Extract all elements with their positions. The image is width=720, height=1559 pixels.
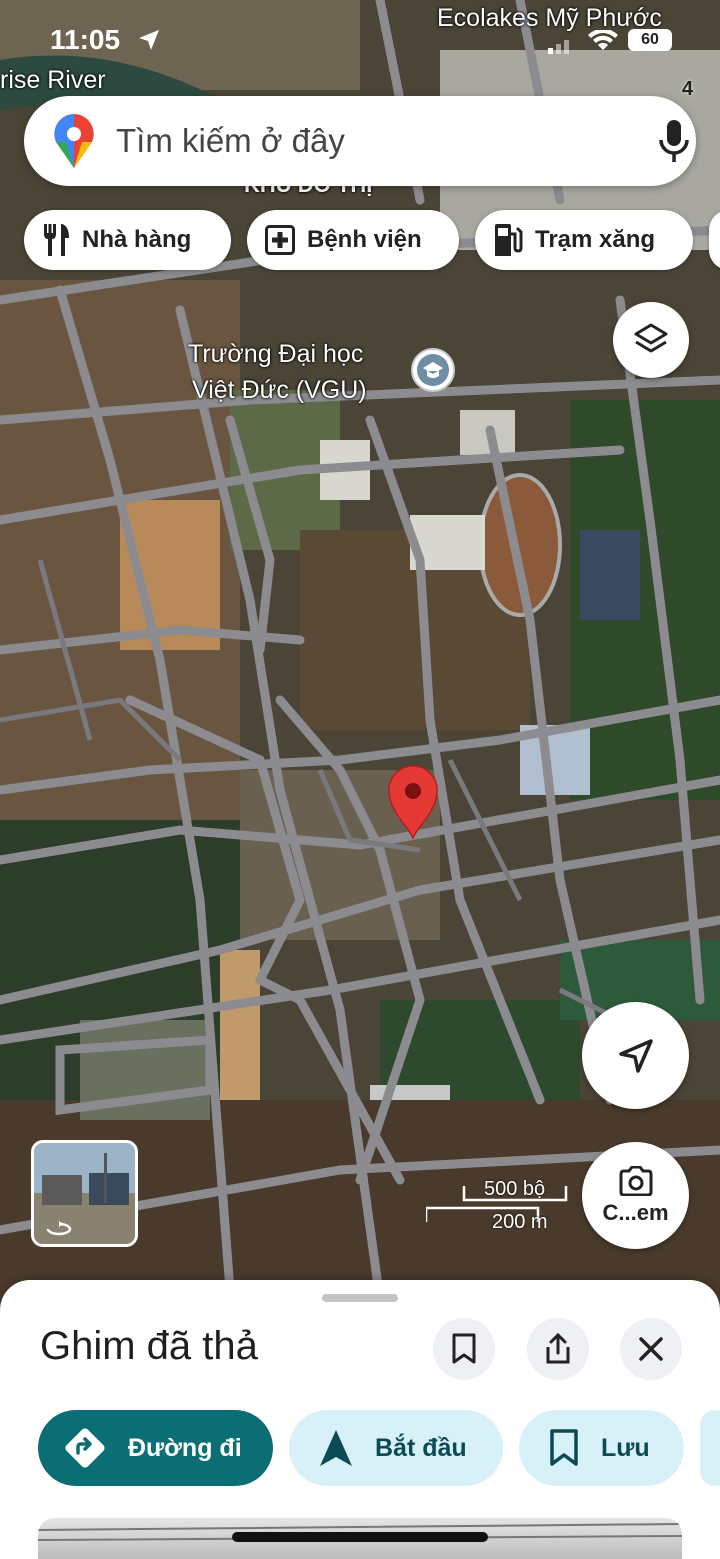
chip-restaurants[interactable]: Nhà hàng (24, 210, 231, 270)
microphone-icon[interactable] (658, 120, 690, 162)
map-scale: 500 bộ 200 m (426, 1178, 576, 1238)
search-bar[interactable]: Tìm kiếm ở đây (24, 96, 696, 186)
lens-button-label: C...em (602, 1199, 669, 1225)
chip-gas-stations[interactable]: Trạm xăng (475, 210, 693, 270)
layers-icon (634, 323, 668, 353)
navigation-outline-icon (618, 1038, 653, 1073)
chip-label-hospitals: Bệnh viện (307, 226, 422, 253)
university-label-line2[interactable]: Việt Đức (VGU) (192, 376, 367, 405)
bookmark-outline-icon (452, 1333, 476, 1364)
rotate-360-icon (46, 1221, 72, 1236)
start-navigation-button[interactable]: Bắt đầu (289, 1410, 503, 1486)
google-maps-logo-icon (54, 114, 94, 168)
save-icon-button[interactable] (433, 1318, 495, 1380)
satellite-map[interactable]: Ecolakes Mỹ Phước rise River KHU ĐÔ THỊ … (0, 0, 720, 1300)
save-button[interactable]: Lưu (519, 1410, 684, 1486)
scale-metric: 200 m (492, 1211, 548, 1233)
fork-knife-icon (42, 224, 70, 256)
share-button[interactable] (527, 1318, 589, 1380)
close-icon (639, 1337, 663, 1361)
home-indicator[interactable] (232, 1532, 488, 1542)
layers-button[interactable] (613, 302, 689, 378)
place-title: Ghim đã thả (40, 1324, 258, 1368)
share-icon (546, 1333, 570, 1364)
hospital-plus-icon (265, 225, 295, 255)
status-bar: 11:05 60 (0, 0, 720, 80)
chip-label-gas-stations: Trạm xăng (535, 226, 656, 253)
university-label-line1[interactable]: Trường Đại học (188, 340, 363, 369)
gas-pump-icon (493, 224, 523, 256)
navigation-arrow-icon (319, 1429, 353, 1467)
cellular-signal-icon (548, 40, 569, 54)
save-label: Lưu (601, 1433, 650, 1462)
road-number-label: 4 (682, 78, 694, 100)
wifi-icon (588, 30, 618, 50)
chip-label-restaurants: Nhà hàng (82, 226, 192, 253)
scale-imperial: 500 bộ (484, 1178, 546, 1200)
directions-label: Đường đi (128, 1433, 242, 1462)
battery-indicator: 60 (628, 29, 672, 51)
search-input[interactable]: Tìm kiếm ở đây (116, 122, 345, 160)
place-bottom-sheet[interactable]: Ghim đã thả Đường đi Bắt đầu Lưu (0, 1280, 720, 1559)
location-arrow-icon (139, 30, 159, 50)
camera-icon (619, 1165, 652, 1196)
directions-icon (64, 1427, 106, 1469)
sheet-drag-handle[interactable] (322, 1294, 398, 1302)
google-lens-button[interactable]: C...em (582, 1142, 689, 1249)
directions-button[interactable]: Đường đi (38, 1410, 273, 1486)
street-view-thumbnail[interactable] (31, 1140, 138, 1247)
bookmark-icon (549, 1429, 579, 1467)
my-location-button[interactable] (582, 1002, 689, 1109)
status-time: 11:05 (50, 24, 121, 55)
more-actions-chip[interactable] (700, 1410, 720, 1486)
start-label: Bắt đầu (375, 1433, 467, 1462)
close-button[interactable] (620, 1318, 682, 1380)
chip-hospitals[interactable]: Bệnh viện (247, 210, 459, 270)
